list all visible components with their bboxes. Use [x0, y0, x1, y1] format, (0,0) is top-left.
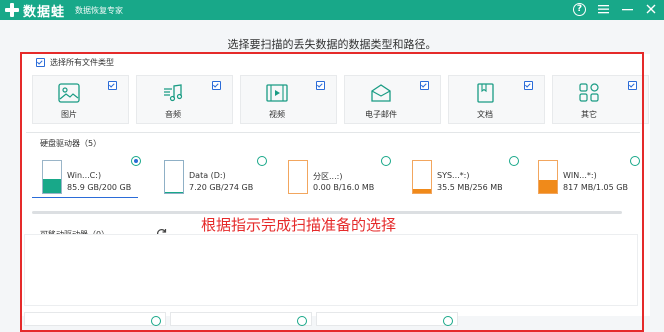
drive-radio[interactable]: [381, 156, 391, 166]
type-label: 视频: [269, 110, 285, 119]
type-label: 图片: [61, 110, 77, 119]
annotation-text: 根据指示完成扫描准备的选择: [201, 216, 397, 234]
minimize-icon[interactable]: [620, 2, 634, 16]
drive-item[interactable]: WIN...*:) 817 MB/1.05 GB: [528, 152, 640, 198]
drive-size: 7.20 GB/274 GB: [189, 183, 254, 192]
hard-drive-section-title: 硬盘驱动器（5）: [40, 139, 102, 148]
file-type-list: 图片 音频 视频 电子邮件 文档 其它: [32, 75, 649, 124]
type-card-document[interactable]: 文档: [448, 75, 545, 124]
brand-subtitle: 数据恢复专家: [75, 5, 124, 15]
location-radio[interactable]: [297, 316, 307, 326]
drive-name: WIN...*:): [563, 171, 597, 180]
instruction-text: 选择要扫描的丢失数据的数据类型和路径。: [227, 38, 437, 51]
select-all-types[interactable]: 选择所有文件类型: [36, 57, 114, 68]
drive-item[interactable]: Win...C:) 85.9 GB/200 GB: [32, 152, 141, 198]
drive-icon: [164, 160, 184, 194]
brand-name: 数据蛙: [23, 4, 66, 20]
type-label: 文档: [477, 110, 493, 119]
close-icon[interactable]: [644, 2, 658, 16]
type-checkbox[interactable]: [316, 81, 325, 90]
drive-icon: [288, 160, 308, 194]
app-logo: 数据蛙 数据恢复专家: [4, 1, 123, 20]
type-checkbox[interactable]: [108, 81, 117, 90]
type-card-audio[interactable]: 音频: [136, 75, 233, 124]
type-checkbox[interactable]: [628, 81, 637, 90]
drive-size: 817 MB/1.05 GB: [563, 183, 628, 192]
video-icon: [266, 84, 288, 102]
other-icon: [579, 83, 599, 102]
drive-icon: [538, 160, 558, 194]
document-icon: [477, 83, 494, 103]
logo-icon: [4, 2, 20, 18]
type-label: 音频: [165, 110, 181, 119]
type-card-other[interactable]: 其它: [552, 75, 649, 124]
audio-icon: [164, 84, 183, 102]
title-bar: 数据蛙 数据恢复专家 ?: [0, 0, 664, 20]
type-card-video[interactable]: 视频: [240, 75, 337, 124]
drive-radio[interactable]: [630, 156, 640, 166]
type-card-image[interactable]: 图片: [32, 75, 129, 124]
location-radio[interactable]: [151, 316, 161, 326]
location-radio[interactable]: [443, 316, 453, 326]
drive-item[interactable]: SYS...*:) 35.5 MB/256 MB: [402, 152, 522, 198]
drive-radio[interactable]: [509, 156, 519, 166]
drive-name: 分区...:): [313, 172, 343, 181]
removable-drive-list: [24, 234, 638, 306]
email-icon: [371, 84, 391, 102]
menu-icon[interactable]: [596, 2, 610, 16]
select-all-label: 选择所有文件类型: [50, 58, 114, 67]
drive-name: Data (D:): [189, 171, 226, 180]
help-icon[interactable]: ?: [573, 2, 586, 16]
drive-name: SYS...*:): [437, 171, 470, 180]
drive-radio[interactable]: [131, 156, 141, 166]
type-checkbox[interactable]: [212, 81, 221, 90]
section-divider: [26, 132, 640, 133]
hard-drive-list: Win...C:) 85.9 GB/200 GB Data (D:) 7.20 …: [28, 152, 640, 212]
drive-icon: [42, 160, 62, 194]
drive-radio[interactable]: [257, 156, 267, 166]
type-card-email[interactable]: 电子邮件: [344, 75, 441, 124]
drive-item[interactable]: Data (D:) 7.20 GB/274 GB: [154, 152, 270, 198]
type-label: 电子邮件: [365, 110, 397, 119]
type-label: 其它: [581, 110, 597, 119]
select-all-checkbox[interactable]: [36, 58, 45, 67]
image-icon: [58, 83, 80, 103]
drive-name: Win...C:): [67, 171, 102, 180]
type-checkbox[interactable]: [420, 81, 429, 90]
drive-size: 85.9 GB/200 GB: [67, 183, 132, 192]
drive-icon: [412, 160, 432, 194]
type-checkbox[interactable]: [524, 81, 533, 90]
drive-size: 35.5 MB/256 MB: [437, 183, 503, 192]
drive-item[interactable]: 分区...:) 0.00 B/16.0 MB: [278, 152, 398, 198]
drive-size: 0.00 B/16.0 MB: [313, 183, 375, 192]
